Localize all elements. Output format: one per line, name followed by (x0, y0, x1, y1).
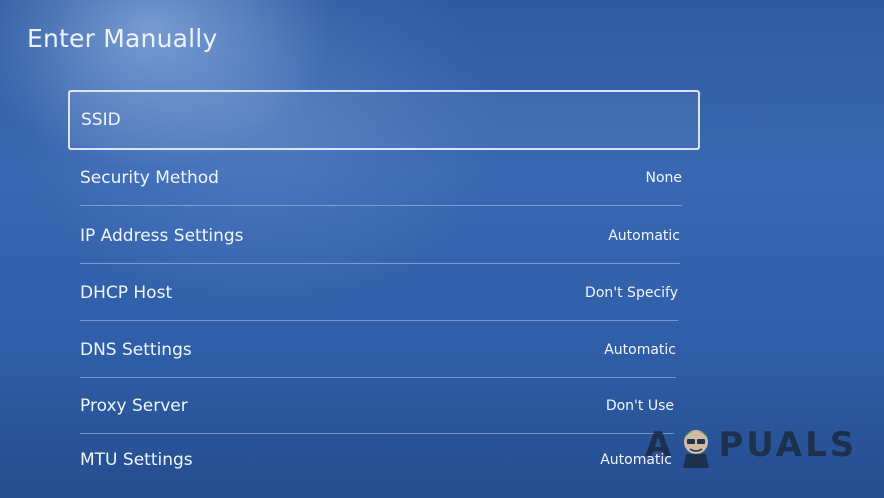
setting-value: Automatic (604, 341, 676, 358)
setting-row-mtu-settings[interactable]: MTU Settings Automatic (80, 432, 672, 488)
setting-value: Automatic (608, 227, 680, 244)
setting-value: Don't Specify (585, 284, 678, 301)
setting-row-dhcp-host[interactable]: DHCP Host Don't Specify (80, 265, 678, 321)
setting-row-dns-settings[interactable]: DNS Settings Automatic (80, 322, 676, 378)
appuals-mascot-icon (683, 430, 710, 468)
setting-label: Security Method (80, 167, 219, 188)
appuals-watermark: A PUALS (645, 420, 857, 470)
ps5-network-screen: Enter Manually SSID Security Method None… (0, 0, 884, 498)
setting-label: DHCP Host (80, 282, 173, 303)
setting-row-security-method[interactable]: Security Method None (80, 150, 682, 206)
setting-label: MTU Settings (80, 450, 193, 470)
setting-row-proxy-server[interactable]: Proxy Server Don't Use (80, 378, 674, 434)
setting-row-ssid[interactable]: SSID (68, 90, 700, 150)
setting-label: SSID (81, 110, 121, 130)
setting-value: Don't Use (605, 397, 674, 414)
setting-label: Proxy Server (80, 395, 188, 416)
setting-row-ip-address-settings[interactable]: IP Address Settings Automatic (80, 208, 680, 264)
watermark-prefix: A (645, 425, 675, 465)
setting-label: DNS Settings (80, 339, 192, 360)
setting-label: IP Address Settings (80, 225, 244, 246)
watermark-suffix: PUALS (718, 425, 858, 465)
setting-value: None (645, 169, 682, 186)
